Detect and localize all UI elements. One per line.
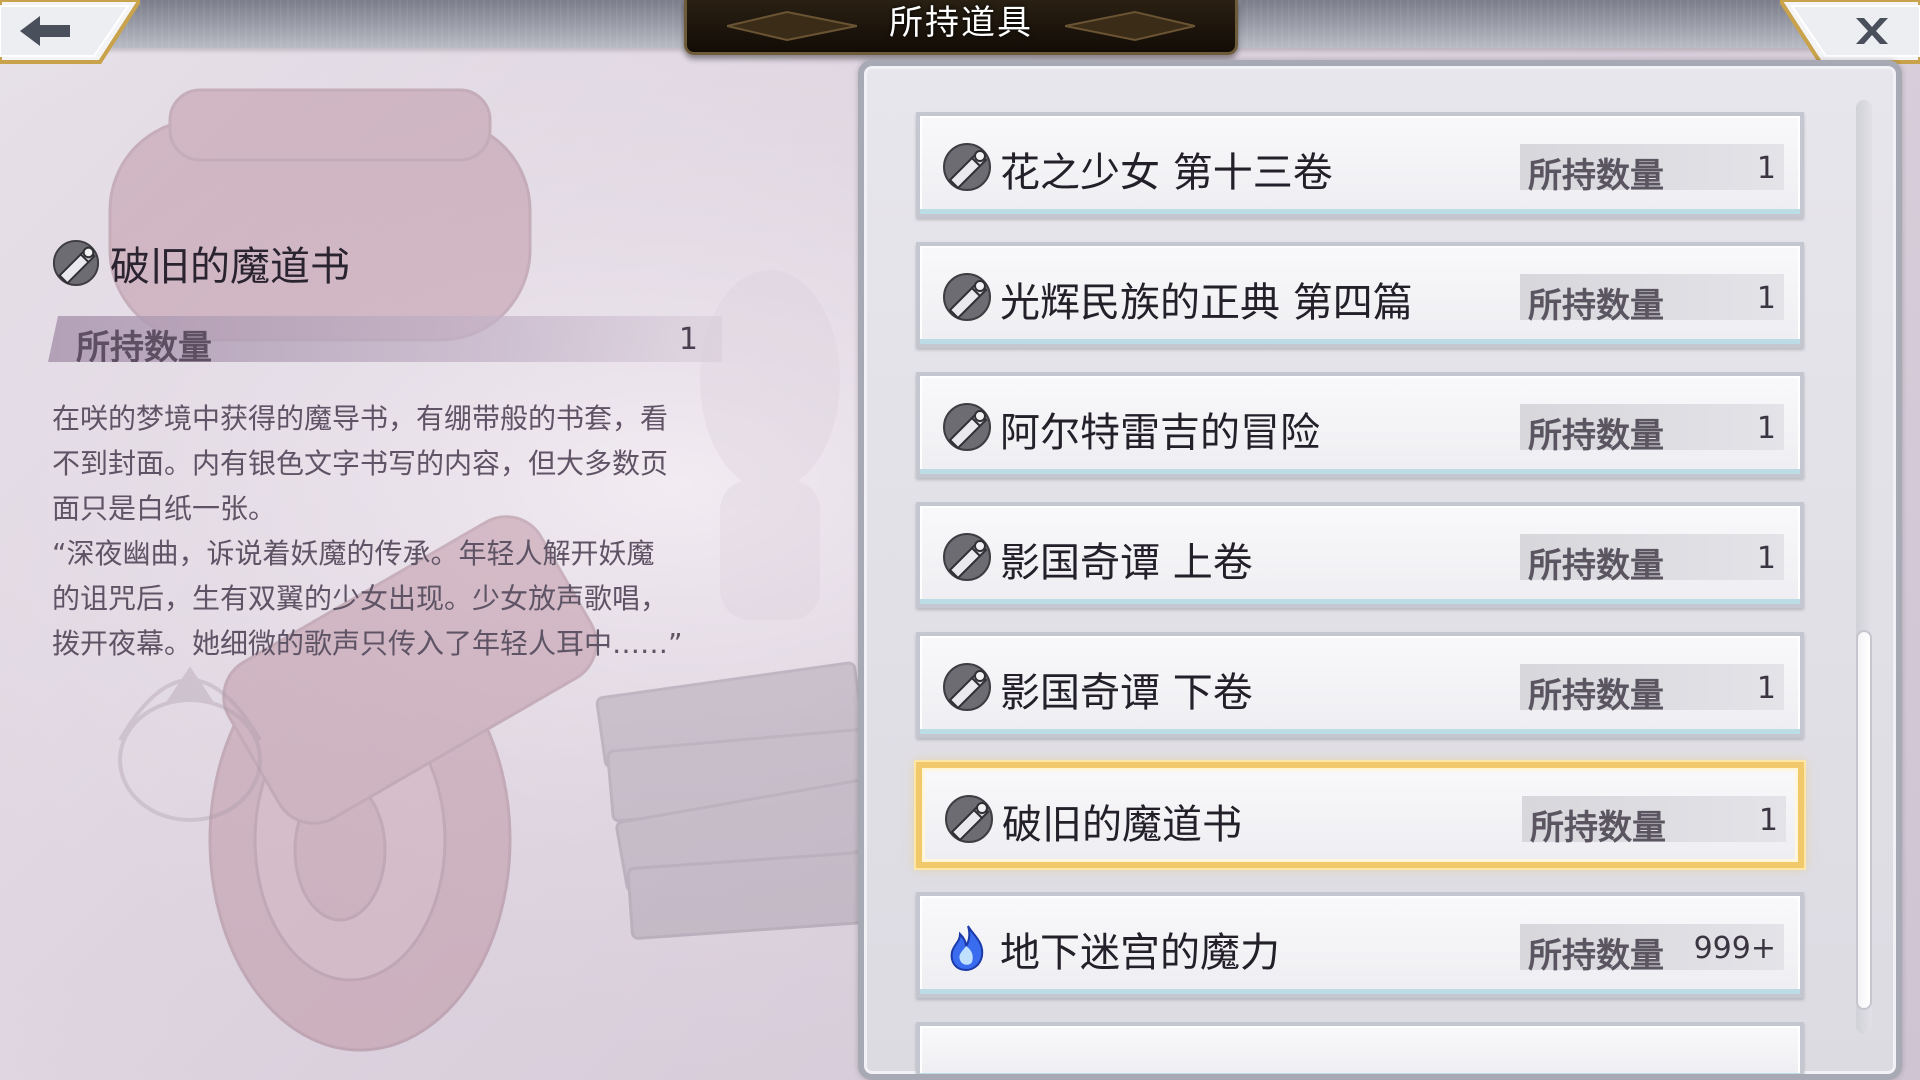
item-name: 破旧的魔道书 bbox=[1002, 802, 1242, 848]
scrollbar[interactable] bbox=[1856, 100, 1872, 1034]
list-item[interactable]: 地下迷宫的魔力 所持数量 999+ bbox=[916, 892, 1804, 998]
list-item[interactable]: 光辉民族的正典 第四篇 所持数量 1 bbox=[916, 242, 1804, 348]
item-quantity-value: 1 bbox=[1756, 541, 1776, 576]
description-line: 不到封面。内有银色文字书写的内容，但大多数页 bbox=[52, 447, 669, 480]
grimoire-icon bbox=[943, 273, 991, 321]
ornament-left-icon bbox=[727, 10, 857, 42]
description-line: “深夜幽曲，诉说着妖魔的传承。年轻人解开妖魔 bbox=[52, 537, 655, 570]
item-name: 阿尔特雷吉的冒险 bbox=[1000, 410, 1320, 456]
detail-quantity-bar: 所持数量 1 bbox=[48, 316, 722, 362]
scrollbar-thumb[interactable] bbox=[1856, 630, 1872, 1010]
item-name: 地下迷宫的魔力 bbox=[1000, 930, 1280, 976]
item-quantity-label: 所持数量 bbox=[1528, 676, 1664, 716]
grimoire-icon bbox=[52, 239, 100, 287]
detail-quantity-value: 1 bbox=[678, 322, 698, 357]
list-item-partial[interactable] bbox=[916, 1022, 1804, 1074]
item-list-panel: 花之少女 第十三卷 所持数量 1 光辉民族的正典 第四篇 所持数量 1 阿尔特雷… bbox=[858, 60, 1902, 1080]
detail-quantity-label: 所持数量 bbox=[76, 328, 212, 368]
item-list[interactable]: 花之少女 第十三卷 所持数量 1 光辉民族的正典 第四篇 所持数量 1 阿尔特雷… bbox=[864, 66, 1896, 1074]
close-x-icon bbox=[1777, 0, 1920, 64]
list-item-selected[interactable]: 破旧的魔道书 所持数量 1 bbox=[916, 762, 1804, 868]
back-button[interactable] bbox=[0, 0, 143, 66]
item-name: 影国奇谭 上卷 bbox=[1000, 540, 1253, 586]
grimoire-icon bbox=[945, 795, 993, 843]
item-name: 花之少女 第十三卷 bbox=[1000, 150, 1333, 196]
item-name: 影国奇谭 下卷 bbox=[1000, 670, 1253, 716]
grimoire-icon bbox=[943, 533, 991, 581]
item-quantity: 所持数量 999+ bbox=[1520, 924, 1784, 976]
list-item[interactable]: 阿尔特雷吉的冒险 所持数量 1 bbox=[916, 372, 1804, 478]
item-quantity-label: 所持数量 bbox=[1528, 286, 1664, 326]
list-item[interactable]: 影国奇谭 上卷 所持数量 1 bbox=[916, 502, 1804, 608]
blue-flame-icon bbox=[950, 925, 984, 972]
item-quantity-label: 所持数量 bbox=[1528, 156, 1664, 196]
detail-description: 在咲的梦境中获得的魔导书，有绷带般的书套，看 不到封面。内有银色文字书写的内容，… bbox=[52, 396, 732, 666]
item-quantity-label: 所持数量 bbox=[1530, 808, 1666, 848]
item-quantity-label: 所持数量 bbox=[1528, 936, 1664, 976]
item-quantity: 所持数量 1 bbox=[1520, 404, 1784, 456]
item-quantity: 所持数量 1 bbox=[1520, 274, 1784, 326]
item-quantity: 所持数量 1 bbox=[1520, 144, 1784, 196]
grimoire-icon bbox=[943, 143, 991, 191]
description-line: 在咲的梦境中获得的魔导书，有绷带般的书套，看 bbox=[52, 402, 669, 435]
description-line: 拨开夜幕。她细微的歌声只传入了年轻人耳中……” bbox=[52, 627, 683, 660]
item-quantity-value: 1 bbox=[1756, 151, 1776, 186]
item-quantity-label: 所持数量 bbox=[1528, 546, 1664, 586]
grimoire-icon bbox=[943, 403, 991, 451]
item-quantity-value: 1 bbox=[1756, 281, 1776, 316]
item-quantity-value: 1 bbox=[1758, 803, 1778, 838]
title-plate: 所持道具 bbox=[684, 0, 1238, 55]
item-quantity: 所持数量 1 bbox=[1522, 796, 1786, 848]
item-quantity: 所持数量 1 bbox=[1520, 664, 1784, 716]
item-name: 光辉民族的正典 第四篇 bbox=[1000, 280, 1413, 326]
list-item[interactable]: 花之少女 第十三卷 所持数量 1 bbox=[916, 112, 1804, 218]
ornament-right-icon bbox=[1065, 10, 1195, 42]
item-quantity: 所持数量 1 bbox=[1520, 534, 1784, 586]
item-quantity-label: 所持数量 bbox=[1528, 416, 1664, 456]
arrow-left-icon bbox=[0, 0, 143, 64]
page-title: 所持道具 bbox=[889, 2, 1033, 43]
detail-header: 破旧的魔道书 bbox=[52, 234, 350, 292]
grimoire-icon bbox=[943, 663, 991, 711]
list-item[interactable]: 影国奇谭 下卷 所持数量 1 bbox=[916, 632, 1804, 738]
item-quantity-value: 1 bbox=[1756, 671, 1776, 706]
close-button[interactable] bbox=[1777, 0, 1920, 66]
item-quantity-value: 1 bbox=[1756, 411, 1776, 446]
detail-item-name: 破旧的魔道书 bbox=[110, 244, 350, 290]
description-line: 的诅咒后，生有双翼的少女出现。少女放声歌唱， bbox=[52, 582, 669, 615]
description-line: 面只是白纸一张。 bbox=[52, 492, 277, 525]
item-quantity-value: 999+ bbox=[1693, 931, 1776, 966]
